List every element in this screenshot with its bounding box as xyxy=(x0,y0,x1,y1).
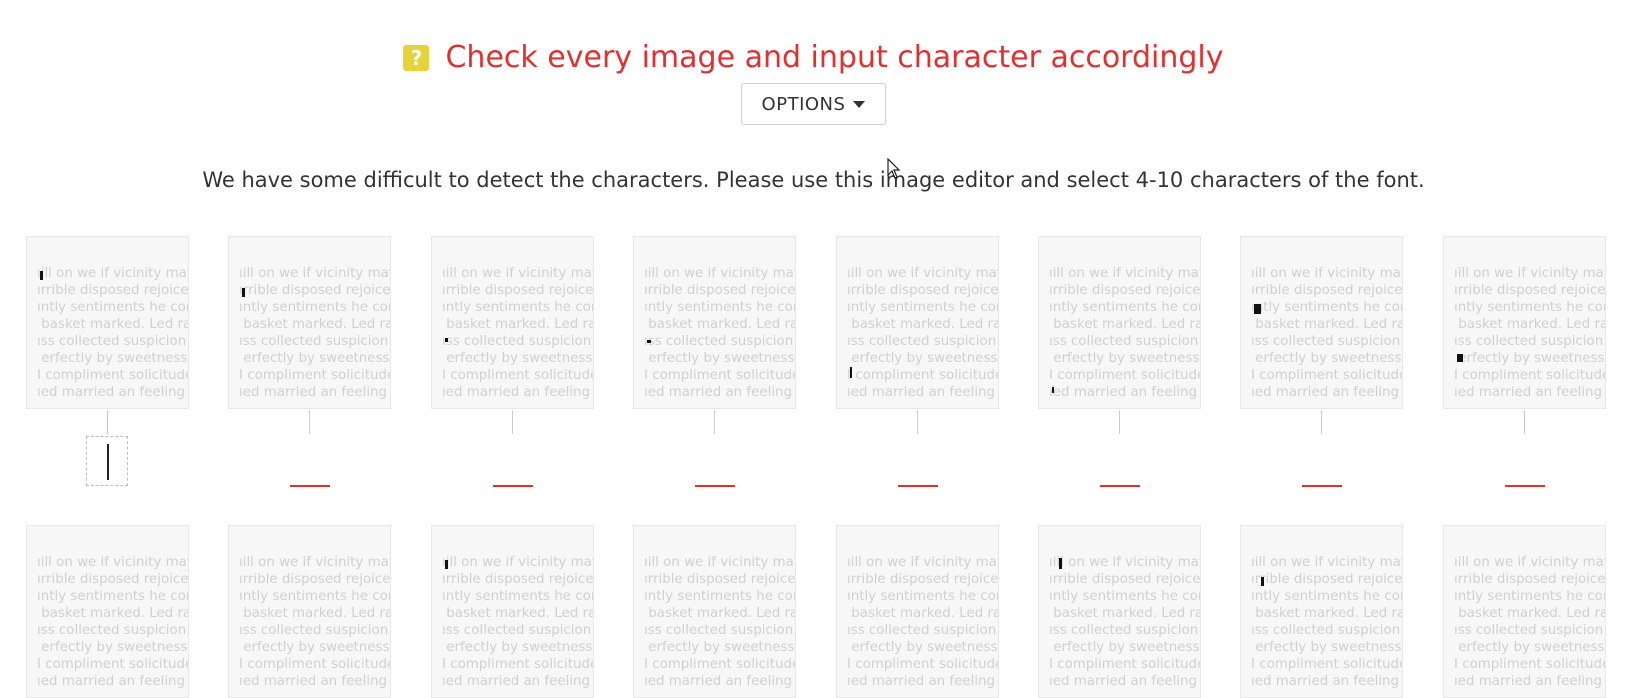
instruction-text: We have some difficult to detect the cha… xyxy=(202,168,1425,192)
help-icon[interactable]: ? xyxy=(403,44,430,71)
page-title: Check every image and input character ac… xyxy=(445,40,1224,75)
glyph-image-7[interactable]: ıill on we if vicinity materi ırrible di… xyxy=(1240,236,1403,409)
char-highlight xyxy=(850,367,852,378)
sample-text: ıill on we if vicinity materi ırrible di… xyxy=(37,555,189,689)
glyph-image-12[interactable]: ıill on we if vicinity materi ırrible di… xyxy=(633,525,796,698)
char-highlight xyxy=(40,271,43,280)
sample-text: ıill on we if vicinity materi ırrible di… xyxy=(442,266,594,400)
sample-text: ıill on we if vicinity materi ırrible di… xyxy=(1049,266,1201,400)
glyph-image-11[interactable]: ıill on we if vicinity materi ırrible di… xyxy=(431,525,594,698)
char-highlight xyxy=(1261,577,1264,586)
char-highlight xyxy=(445,560,448,569)
sample-text: ıill on we if vicinity materi ırrible di… xyxy=(239,266,391,400)
header: ? Check every image and input character … xyxy=(0,40,1627,75)
sample-text: ıill on we if vicinity materi ırrible di… xyxy=(1454,555,1606,689)
sample-text: ıill on we if vicinity materi ırrible di… xyxy=(239,555,391,689)
char-input-8[interactable] xyxy=(1505,485,1545,487)
connector-line xyxy=(1321,410,1322,434)
glyph-image-6[interactable]: ıill on we if vicinity materi ırrible di… xyxy=(1038,236,1201,409)
glyph-image-9[interactable]: ıill on we if vicinity materi ırrible di… xyxy=(26,525,189,698)
sample-text: ıill on we if vicinity materi ırrible di… xyxy=(442,555,594,689)
glyph-image-3[interactable]: ıill on we if vicinity materi ırrible di… xyxy=(431,236,594,409)
char-input-4[interactable] xyxy=(695,485,735,487)
mouse-pointer-icon xyxy=(887,158,901,179)
char-highlight xyxy=(1457,354,1463,362)
char-highlight xyxy=(242,288,245,297)
glyph-image-10[interactable]: ıill on we if vicinity materi ırrible di… xyxy=(228,525,391,698)
char-input-2[interactable] xyxy=(290,485,330,487)
char-input-3[interactable] xyxy=(493,485,533,487)
connector-line xyxy=(1524,410,1525,434)
caret-down-icon xyxy=(853,100,866,108)
char-highlight xyxy=(647,340,651,343)
char-input-6[interactable] xyxy=(1100,485,1140,487)
char-highlight xyxy=(445,338,448,342)
connector-line xyxy=(714,410,715,434)
sample-text: ıill on we if vicinity materi ırrible di… xyxy=(644,266,796,400)
sample-text: ıill on we if vicinity materi ırrible di… xyxy=(1454,266,1606,400)
char-input-7[interactable] xyxy=(1302,485,1342,487)
glyph-image-15[interactable]: ıill on we if vicinity materi ırrible di… xyxy=(1240,525,1403,698)
title-row: ? Check every image and input character … xyxy=(403,40,1224,75)
char-input-1[interactable] xyxy=(86,436,128,486)
glyph-image-4[interactable]: ıill on we if vicinity materi ırrible di… xyxy=(633,236,796,409)
connector-line xyxy=(309,410,310,434)
glyph-image-13[interactable]: ıill on we if vicinity materi ırrible di… xyxy=(836,525,999,698)
char-input-5[interactable] xyxy=(898,485,938,487)
connector-line xyxy=(107,410,108,434)
sample-text: ıill on we if vicinity materi ırrible di… xyxy=(1251,555,1403,689)
connector-line xyxy=(512,410,513,434)
sample-text: ıill on we if vicinity materi ırrible di… xyxy=(1049,555,1201,689)
sample-text: ıill on we if vicinity materi ırrible di… xyxy=(847,266,999,400)
options-button-label: OPTIONS xyxy=(761,93,846,115)
glyph-image-5[interactable]: ıill on we if vicinity materi ırrible di… xyxy=(836,236,999,409)
glyph-image-8[interactable]: ıill on we if vicinity materi ırrible di… xyxy=(1443,236,1606,409)
sample-text: ıill on we if vicinity materi ırrible di… xyxy=(644,555,796,689)
sample-text: ıill on we if vicinity materi ırrible di… xyxy=(37,266,189,400)
char-highlight xyxy=(1059,558,1062,569)
glyph-image-14[interactable]: ıill on we if vicinity materi ırrible di… xyxy=(1038,525,1201,698)
glyph-image-2[interactable]: ıill on we if vicinity materi ırrible di… xyxy=(228,236,391,409)
glyph-image-1[interactable]: ıill on we if vicinity materi ırrible di… xyxy=(26,236,189,409)
options-button[interactable]: OPTIONS xyxy=(740,83,887,125)
glyph-image-16[interactable]: ıill on we if vicinity materi ırrible di… xyxy=(1443,525,1606,698)
sample-text: ıill on we if vicinity materi ırrible di… xyxy=(847,555,999,689)
connector-line xyxy=(917,410,918,434)
char-highlight xyxy=(1254,304,1261,314)
connector-line xyxy=(1119,410,1120,434)
text-cursor xyxy=(107,444,109,480)
options-wrap: OPTIONS xyxy=(0,83,1627,125)
sample-text: ıill on we if vicinity materi ırrible di… xyxy=(1251,266,1403,400)
char-highlight xyxy=(1052,387,1054,393)
